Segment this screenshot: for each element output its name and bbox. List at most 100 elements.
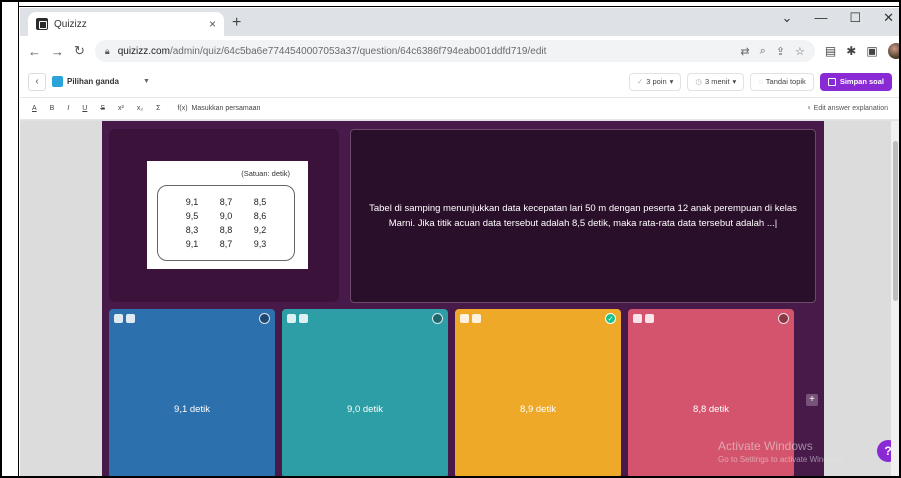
delete-option-icon[interactable] [114,314,123,323]
insert-equation-button[interactable]: f(x) Masukkan persamaan [177,105,260,112]
zoom-icon[interactable]: ⌕ [760,45,766,58]
left-border-strip [2,2,19,476]
forward-arrow-icon[interactable]: → [51,44,64,59]
correct-answer-toggle[interactable] [259,313,270,324]
screenshot-frame: Quizizz × + ⌄ — ☐ ✕ ← → ↻ 🔒︎ quizizz.com… [0,0,901,478]
italic-button[interactable]: I [67,105,69,112]
watermark-subtitle: Go to Settings to activate Windows. [718,455,845,464]
bold-button[interactable]: B [50,105,55,112]
answer-text[interactable]: 8,9 detik [455,404,621,415]
question-type-dropdown[interactable]: Pilihan ganda ▼ [52,76,150,87]
omnibox-actions: ⇄ ⌕ ⇪ ☆ [740,45,804,58]
side-panel-icon[interactable]: ▣ [866,44,877,58]
table-unit-label: (Satuan: detik) [241,169,290,178]
table-cell: 9,2 [253,225,267,235]
superscript-button[interactable]: x² [118,105,124,112]
scrollbar-thumb[interactable] [893,141,898,301]
table-cell: 8,7 [219,239,233,249]
page-scrollbar[interactable] [891,121,899,476]
option-tools [460,314,481,323]
maximize-button[interactable]: ☐ [849,10,861,26]
answer-text[interactable]: 9,0 detik [282,404,448,415]
tab-bar: Quizizz × + ⌄ — ☐ ✕ [20,8,899,36]
answer-option-1[interactable]: 9,1 detik [109,309,275,476]
edit-explanation-button[interactable]: ♀︎ Edit answer explanation [806,105,888,112]
caret-down-icon: ▾ [669,77,674,86]
back-button[interactable]: ‹ [28,72,46,91]
image-option-icon[interactable] [299,314,308,323]
correct-answer-toggle[interactable] [432,313,443,324]
points-dropdown[interactable]: ✓ 3 poin ▾ [628,72,682,91]
caret-down-icon: ▾ [732,77,737,86]
points-label: 3 poin [646,77,667,86]
correct-answer-toggle[interactable]: ✓ [605,313,616,324]
table-cell: 8,7 [219,197,233,207]
subscript-button[interactable]: x₂ [137,105,143,112]
table-cell: 9,1 [185,197,199,207]
tag-topic-button[interactable]: ◌ Tandai topik [750,72,814,91]
url-host: quizizz.com [117,45,170,57]
answer-text[interactable]: 9,1 detik [109,404,275,415]
delete-option-icon[interactable] [460,314,469,323]
question-text[interactable]: Tabel di samping menunjukkan data kecepa… [361,201,805,231]
time-dropdown[interactable]: ◷ 3 menit ▾ [687,72,745,91]
chevron-down-icon[interactable]: ⌄ [782,10,793,26]
answer-text[interactable]: 8,8 detik [628,404,794,415]
table-cell: 8,8 [219,225,233,235]
browser-tab[interactable]: Quizizz × [28,12,224,36]
back-arrow-icon[interactable]: ← [28,44,41,59]
share-icon[interactable]: ⇪ [776,45,785,58]
browser-window: Quizizz × + ⌄ — ☐ ✕ ← → ↻ 🔒︎ quizizz.com… [20,8,899,476]
table-cell: 8,3 [185,225,199,235]
option-tools [633,314,654,323]
data-table-grid: 9,1 8,7 8,5 9,5 9,0 8,6 8,3 8,8 9,2 9,1 … [157,185,295,261]
text-color-button[interactable]: A [32,105,37,112]
extensions-icon[interactable]: ✱ [846,44,856,58]
image-option-icon[interactable] [645,314,654,323]
delete-option-icon[interactable] [633,314,642,323]
new-tab-button[interactable]: + [232,14,241,32]
caret-down-icon: ▼ [143,78,150,85]
tab-title: Quizizz [54,18,87,30]
lock-icon[interactable]: 🔒︎ [105,46,110,57]
delete-option-icon[interactable] [287,314,296,323]
window-controls: ⌄ — ☐ ✕ [782,10,894,26]
question-editor: (Satuan: detik) 9,1 8,7 8,5 9,5 9,0 8,6 … [102,121,824,476]
strikethrough-button[interactable]: S [100,105,105,112]
image-option-icon[interactable] [126,314,135,323]
table-cell: 9,1 [185,239,199,249]
time-label: 3 menit [704,77,730,86]
tag-topic-label: Tandai topik [765,77,806,86]
underline-button[interactable]: U [82,105,87,112]
question-image-area[interactable]: (Satuan: detik) 9,1 8,7 8,5 9,5 9,0 8,6 … [109,129,339,302]
table-cell: 9,0 [219,211,233,221]
bookmark-star-icon[interactable]: ☆ [795,45,805,58]
save-label: Simpan soal [839,77,884,86]
translate-icon[interactable]: ⇄ [740,45,749,58]
question-type-label: Pilihan ganda [67,77,120,86]
image-option-icon[interactable] [472,314,481,323]
check-icon: ✓ [636,77,644,86]
answer-option-2[interactable]: 9,0 detik [282,309,448,476]
add-option-button[interactable]: + [806,394,818,406]
answer-option-3[interactable]: ✓ 8,9 detik [455,309,621,476]
tab-close-icon[interactable]: × [209,17,216,31]
clock-icon: ◷ [695,77,702,86]
data-table-image: (Satuan: detik) 9,1 8,7 8,5 9,5 9,0 8,6 … [147,161,308,269]
save-icon [827,77,836,86]
minimize-button[interactable]: — [814,10,827,26]
reading-list-icon[interactable]: ▤ [825,44,836,58]
correct-answer-toggle[interactable] [778,313,789,324]
close-window-button[interactable]: ✕ [883,10,894,26]
symbol-button[interactable]: Σ [156,105,160,112]
address-bar[interactable]: 🔒︎ quizizz.com/admin/quiz/64c5ba6e774454… [94,40,815,62]
profile-avatar[interactable] [887,43,899,59]
address-bar-row: ← → ↻ 🔒︎ quizizz.com/admin/quiz/64c5ba6e… [20,36,899,66]
question-text-box[interactable]: Tabel di samping menunjukkan data kecepa… [350,129,816,303]
explanation-label: Edit answer explanation [813,105,888,112]
option-tools [287,314,308,323]
watermark-title: Activate Windows [718,439,813,453]
answer-options: 9,1 detik 9,0 detik ✓ 8,9 detik 8,8 deti… [109,309,819,476]
reload-icon[interactable]: ↻ [74,43,85,59]
save-question-button[interactable]: Simpan soal [819,72,892,91]
